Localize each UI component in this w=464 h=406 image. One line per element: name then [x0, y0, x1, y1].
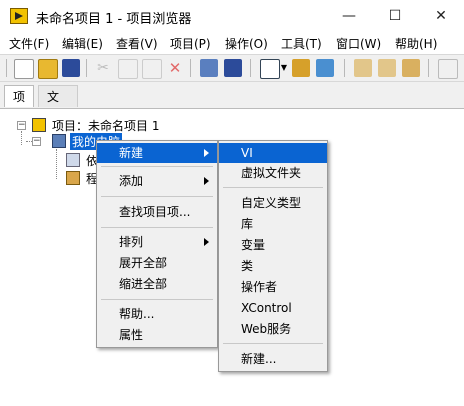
submenu-item-vi-label: VI: [241, 146, 253, 160]
menu-item-help[interactable]: 帮助...: [97, 304, 217, 324]
toolbar-separator: [190, 59, 191, 77]
submenu-item-new-label: 新建...: [241, 352, 277, 366]
menu-divider: [101, 299, 213, 300]
menu-edit[interactable]: 编辑(E): [62, 35, 103, 52]
tab-files[interactable]: 文件: [38, 85, 78, 126]
maximize-button[interactable]: ☐: [372, 0, 418, 32]
menu-view[interactable]: 查看(V): [116, 35, 158, 52]
submenu-arrow-icon: [204, 149, 209, 157]
expander-collapse-icon[interactable]: −: [32, 137, 41, 146]
menu-divider: [223, 187, 323, 188]
build-icon[interactable]: [200, 59, 218, 77]
context-menu: 新建 添加 查找项目项... 排列 展开全部 缩进全部 帮助... 属性: [96, 140, 218, 348]
toolbar-separator: [344, 59, 345, 77]
open-icon[interactable]: [38, 59, 58, 79]
menu-help[interactable]: 帮助(H): [395, 35, 437, 52]
next-icon[interactable]: [438, 59, 458, 79]
menu-window[interactable]: 窗口(W): [336, 35, 381, 52]
submenu-item-library-label: 库: [241, 217, 254, 231]
delete-icon[interactable]: ✕: [166, 59, 184, 77]
menu-item-help-label: 帮助...: [119, 307, 155, 321]
menu-file[interactable]: 文件(F): [9, 35, 49, 52]
submenu-item-new[interactable]: 新建...: [219, 349, 327, 369]
dropdown-icon[interactable]: ▼: [280, 59, 288, 77]
tool-icon[interactable]: [316, 59, 334, 77]
menu-divider: [101, 227, 213, 228]
dependencies-icon: [66, 153, 80, 167]
tab-bar: 项 文件: [0, 82, 464, 126]
menu-divider: [223, 343, 323, 344]
submenu-item-virtual-folder[interactable]: 虚拟文件夹: [219, 163, 327, 183]
menu-divider: [101, 166, 213, 167]
copy-icon[interactable]: [118, 59, 138, 79]
submenu-item-variable[interactable]: 变量: [219, 235, 327, 255]
tab-items[interactable]: 项: [4, 85, 34, 107]
computer-icon: [52, 134, 66, 148]
submenu-arrow-icon: [204, 177, 209, 185]
collapse-icon[interactable]: [354, 59, 372, 77]
expand-icon[interactable]: [378, 59, 396, 77]
submenu-item-web-service[interactable]: Web服务: [219, 319, 327, 339]
filter-icon[interactable]: [292, 59, 310, 77]
submenu-item-xcontrol[interactable]: XControl: [219, 298, 327, 318]
menu-bar: 文件(F) 编辑(E) 查看(V) 项目(P) 操作(O) 工具(T) 窗口(W…: [0, 32, 464, 54]
menu-item-collapse-all-label: 缩进全部: [119, 277, 168, 291]
view-icon[interactable]: [260, 59, 280, 79]
submenu-item-vi[interactable]: VI: [219, 143, 327, 163]
submenu-item-actor[interactable]: 操作者: [219, 277, 327, 297]
tree-line: [21, 131, 22, 145]
title-bar: 未命名项目 1 - 项目浏览器 — ☐ ✕: [0, 0, 464, 32]
submenu-arrow-icon: [204, 238, 209, 246]
new-submenu: VI 虚拟文件夹 自定义类型 库 变量 类 操作者 XControl Web服务…: [218, 140, 328, 372]
menu-item-find[interactable]: 查找项目项...: [97, 202, 217, 222]
menu-item-find-label: 查找项目项...: [119, 205, 191, 219]
menu-tools[interactable]: 工具(T): [281, 35, 322, 52]
new-vi-icon[interactable]: [14, 59, 34, 79]
menu-project[interactable]: 项目(P): [170, 35, 211, 52]
menu-item-expand-all-label: 展开全部: [119, 256, 168, 270]
project-icon: [32, 118, 46, 132]
window-title: 未命名项目 1 - 项目浏览器: [36, 12, 192, 27]
minimize-button[interactable]: —: [326, 0, 372, 32]
submenu-item-class[interactable]: 类: [219, 256, 327, 276]
menu-operate[interactable]: 操作(O): [225, 35, 268, 52]
tree-line: [56, 149, 57, 179]
submenu-item-variable-label: 变量: [241, 238, 266, 252]
submenu-item-web-service-label: Web服务: [241, 322, 292, 336]
submenu-item-actor-label: 操作者: [241, 280, 278, 294]
menu-item-arrange-label: 排列: [119, 235, 144, 249]
expander-collapse-icon[interactable]: −: [17, 121, 26, 130]
save-icon[interactable]: [224, 59, 242, 77]
close-button[interactable]: ✕: [418, 0, 464, 32]
menu-item-add-label: 添加: [119, 174, 144, 188]
submenu-item-virtual-folder-label: 虚拟文件夹: [241, 166, 302, 180]
labview-app-icon: [10, 8, 28, 24]
menu-item-collapse-all[interactable]: 缩进全部: [97, 274, 217, 294]
menu-item-properties-label: 属性: [119, 328, 144, 342]
deploy-icon[interactable]: [402, 59, 420, 77]
submenu-item-typedef[interactable]: 自定义类型: [219, 193, 327, 213]
toolbar-separator: [250, 59, 251, 77]
toolbar-separator: [86, 59, 87, 77]
submenu-item-typedef-label: 自定义类型: [241, 196, 302, 210]
toolbar-grip: [6, 59, 7, 77]
menu-divider: [101, 196, 213, 197]
submenu-item-class-label: 类: [241, 259, 254, 273]
paste-icon[interactable]: [142, 59, 162, 79]
build-spec-icon: [66, 171, 80, 185]
submenu-item-library[interactable]: 库: [219, 214, 327, 234]
menu-item-new-label: 新建: [119, 146, 144, 160]
toolbar: ✂ ✕ ▼: [0, 54, 464, 82]
menu-item-arrange[interactable]: 排列: [97, 232, 217, 252]
toolbar-separator: [428, 59, 429, 77]
menu-item-new[interactable]: 新建: [97, 143, 217, 163]
menu-item-expand-all[interactable]: 展开全部: [97, 253, 217, 273]
tree-item-project[interactable]: 项目：未命名项目 1: [52, 117, 159, 134]
menu-item-add[interactable]: 添加: [97, 171, 217, 191]
menu-item-properties[interactable]: 属性: [97, 325, 217, 345]
cut-icon[interactable]: ✂: [94, 59, 112, 77]
save-all-icon[interactable]: [62, 59, 80, 77]
submenu-item-xcontrol-label: XControl: [241, 301, 292, 315]
